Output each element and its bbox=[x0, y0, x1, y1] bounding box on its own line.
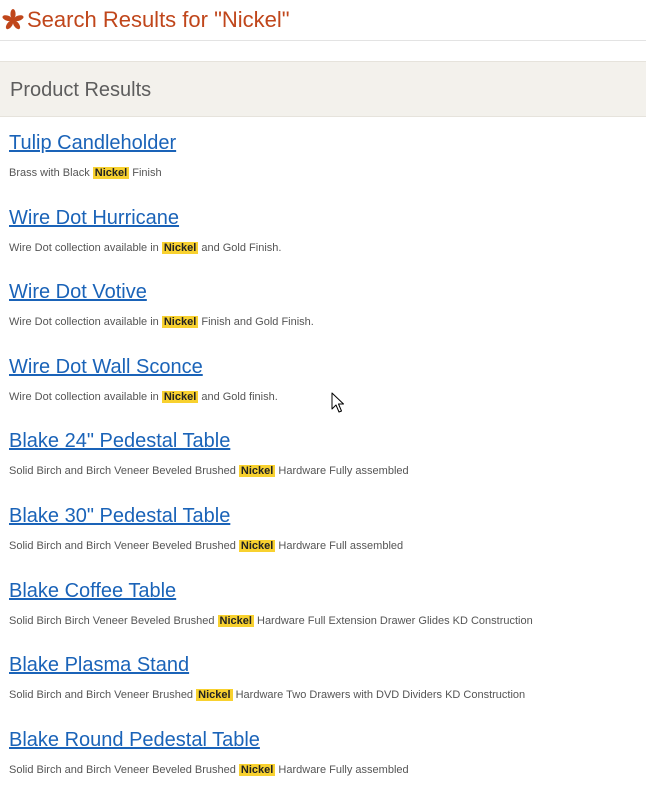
search-term-highlight: Nickel bbox=[238, 763, 276, 776]
search-term-highlight: Nickel bbox=[238, 539, 276, 552]
section-title: Product Results bbox=[10, 79, 152, 101]
description-text: Brass with Black bbox=[9, 167, 90, 179]
result-description: Solid Birch and Birch Veneer Beveled Bru… bbox=[9, 539, 403, 553]
description-text: Finish and Gold Finish. bbox=[201, 316, 314, 329]
description-text: Solid Birch and Birch Veneer Brushed bbox=[9, 689, 194, 702]
search-term-highlight: Nickel bbox=[161, 390, 199, 403]
result-description: Wire Dot collection available in Nickel … bbox=[9, 390, 278, 404]
description-text: Finish bbox=[132, 167, 162, 179]
result-description: Wire Dot collection available in Nickel … bbox=[9, 315, 314, 329]
description-text: Hardware Full Extension Drawer Glides KD… bbox=[257, 614, 533, 627]
section-header: Product Results bbox=[0, 61, 646, 117]
list-item: Wire Dot Wall Sconce Wire Dot collection… bbox=[0, 353, 646, 428]
description-text: and Gold finish. bbox=[201, 390, 278, 403]
result-link[interactable]: Tulip Candleholder bbox=[9, 129, 176, 157]
list-item: Blake Round Pedestal Table Solid Birch a… bbox=[0, 726, 646, 800]
list-item: Wire Dot Hurricane Wire Dot collection a… bbox=[0, 204, 646, 279]
search-term-highlight: Nickel bbox=[238, 465, 276, 478]
search-term-highlight: Nickel bbox=[92, 167, 130, 179]
description-text: Hardware Fully assembled bbox=[278, 763, 409, 776]
page-header: Search Results for "Nickel" bbox=[0, 0, 646, 41]
search-term-highlight: Nickel bbox=[196, 689, 233, 702]
description-text: Hardware Two Drawers with DVD Dividers K… bbox=[235, 689, 526, 702]
description-text: Wire Dot collection available in bbox=[9, 241, 159, 254]
list-item: Blake Coffee Table Solid Birch Birch Ven… bbox=[0, 577, 646, 652]
result-description: Wire Dot collection available in Nickel … bbox=[9, 241, 281, 255]
result-link[interactable]: Wire Dot Hurricane bbox=[9, 204, 179, 232]
result-description: Brass with Black Nickel Finish bbox=[9, 166, 162, 180]
results-list: Tulip Candleholder Brass with Black Nick… bbox=[0, 129, 646, 800]
list-item: Tulip Candleholder Brass with Black Nick… bbox=[0, 129, 646, 204]
result-link[interactable]: Wire Dot Wall Sconce bbox=[9, 353, 203, 381]
mouse-pointer-icon bbox=[331, 392, 344, 413]
result-description: Solid Birch and Birch Veneer Brushed Nic… bbox=[9, 688, 525, 702]
result-description: Solid Birch Birch Veneer Beveled Brushed… bbox=[9, 614, 533, 628]
search-term-highlight: Nickel bbox=[161, 241, 199, 254]
description-text: Hardware Fully assembled bbox=[278, 465, 409, 478]
description-text: Wire Dot collection available in bbox=[9, 316, 159, 329]
description-text: Wire Dot collection available in bbox=[9, 390, 159, 403]
list-item: Blake 30" Pedestal Table Solid Birch and… bbox=[0, 502, 646, 577]
description-text: Solid Birch and Birch Veneer Beveled Bru… bbox=[9, 539, 236, 552]
search-term-highlight: Nickel bbox=[161, 316, 199, 329]
result-link[interactable]: Blake 24" Pedestal Table bbox=[9, 427, 230, 455]
description-text: Solid Birch and Birch Veneer Beveled Bru… bbox=[9, 465, 236, 478]
description-text: Solid Birch and Birch Veneer Beveled Bru… bbox=[9, 763, 236, 776]
list-item: Blake 24" Pedestal Table Solid Birch and… bbox=[0, 427, 646, 502]
page-title: Search Results for "Nickel" bbox=[27, 7, 290, 32]
search-term-highlight: Nickel bbox=[217, 614, 254, 627]
list-item: Wire Dot Votive Wire Dot collection avai… bbox=[0, 278, 646, 353]
flower-icon bbox=[2, 9, 24, 30]
description-text: Hardware Full assembled bbox=[278, 539, 404, 552]
result-link[interactable]: Blake Coffee Table bbox=[9, 577, 176, 605]
result-description: Solid Birch and Birch Veneer Beveled Bru… bbox=[9, 464, 409, 478]
result-link[interactable]: Blake 30" Pedestal Table bbox=[9, 502, 230, 530]
result-description: Solid Birch and Birch Veneer Beveled Bru… bbox=[9, 763, 409, 777]
result-link[interactable]: Blake Round Pedestal Table bbox=[9, 726, 260, 754]
result-link[interactable]: Wire Dot Votive bbox=[9, 278, 147, 306]
description-text: and Gold Finish. bbox=[201, 241, 282, 254]
list-item: Blake Plasma Stand Solid Birch and Birch… bbox=[0, 651, 646, 726]
description-text: Solid Birch Birch Veneer Beveled Brushed bbox=[9, 614, 215, 627]
result-link[interactable]: Blake Plasma Stand bbox=[9, 651, 189, 679]
